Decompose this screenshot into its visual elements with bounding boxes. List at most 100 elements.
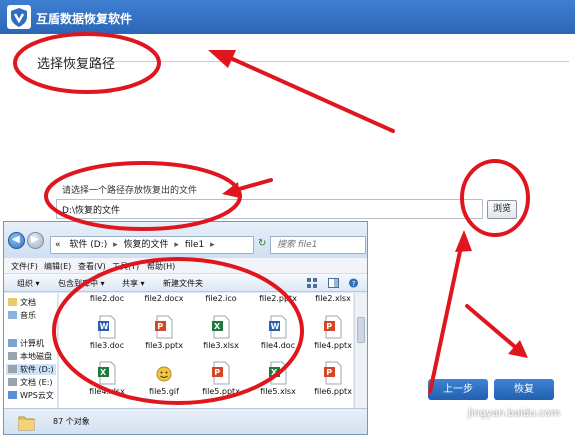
file-list-area: file2.doc file2.docx file2.ico file2.ppt… xyxy=(59,293,353,408)
menu-file[interactable]: 文件(F) xyxy=(11,261,38,272)
breadcrumb-separator-icon: ▸ xyxy=(174,240,179,250)
include-in-library-button[interactable]: 包含到库中 ▾ xyxy=(58,278,105,289)
file-item[interactable]: W file3.doc xyxy=(81,311,133,363)
nav-item-documents[interactable]: 文档 xyxy=(8,297,36,308)
file-item[interactable]: P file6.pptx xyxy=(307,357,353,408)
status-bar: 87 个对象 xyxy=(4,408,367,434)
gif-image-icon xyxy=(156,366,172,382)
nav-item-software-d[interactable]: 软件 (D:) xyxy=(6,364,56,375)
explorer-toolbar: 组织 ▾ 包含到库中 ▾ 共享 ▾ 新建文件夹 ? xyxy=(4,274,367,292)
svg-text:P: P xyxy=(326,368,332,377)
nav-item-documents-e[interactable]: 文档 (E:) xyxy=(8,377,53,388)
file-item[interactable]: X file3.xlsx xyxy=(195,311,247,363)
file-row-partial: file2.doc file2.docx file2.ico file2.ppt… xyxy=(59,293,353,307)
excel-icon: X xyxy=(269,361,287,385)
cloud-drive-icon xyxy=(8,391,17,399)
shield-logo-icon xyxy=(7,5,31,29)
powerpoint-icon: P xyxy=(324,361,342,385)
file-explorer-window: ◀ ▶ « 软件 (D:) ▸ 恢复的文件 ▸ file1 ▸ ↻ 文件(F) … xyxy=(3,221,368,435)
breadcrumb-drive[interactable]: 软件 (D:) xyxy=(69,240,107,250)
svg-text:P: P xyxy=(157,322,163,331)
file-name: file2.pptx xyxy=(259,294,297,303)
documents-folder-icon xyxy=(8,298,17,306)
file-item[interactable]: file5.gif xyxy=(138,357,190,408)
nav-item-computer[interactable]: 计算机 xyxy=(8,338,44,349)
recover-button[interactable]: 恢复 xyxy=(494,379,554,400)
recovery-path-input[interactable] xyxy=(56,199,483,219)
svg-text:X: X xyxy=(271,368,278,377)
view-options-icon[interactable] xyxy=(307,278,318,288)
file-item[interactable]: file2.docx xyxy=(138,293,190,307)
powerpoint-icon: P xyxy=(212,361,230,385)
nav-item-label: 文档 (E:) xyxy=(20,378,53,387)
nav-item-local-disk[interactable]: 本地磁盘 xyxy=(8,351,52,362)
file-name: file4.pptx xyxy=(314,341,352,350)
file-name: file3.doc xyxy=(89,341,125,350)
file-name: file2.xlsx xyxy=(315,294,351,303)
file-item[interactable]: file2.xlsx xyxy=(307,293,353,307)
watermark: jingyan.baidu.com xyxy=(468,408,561,419)
address-bar[interactable]: « 软件 (D:) ▸ 恢复的文件 ▸ file1 ▸ xyxy=(50,236,254,254)
file-item[interactable]: P file4.pptx xyxy=(307,311,353,363)
svg-text:W: W xyxy=(100,322,109,331)
organize-button[interactable]: 组织 ▾ xyxy=(17,278,40,289)
drive-icon xyxy=(8,352,17,360)
new-folder-button[interactable]: 新建文件夹 xyxy=(163,278,203,289)
file-name: file5.gif xyxy=(149,387,179,396)
forward-button[interactable]: ▶ xyxy=(27,232,44,249)
menu-help[interactable]: 帮助(H) xyxy=(147,261,175,272)
word-icon: W xyxy=(269,315,287,339)
file-row: W file3.doc P file3.pptx X file3.xlsx W … xyxy=(59,311,353,363)
drive-icon xyxy=(8,365,17,373)
nav-item-label: 音乐 xyxy=(20,311,36,320)
nav-item-label: 本地磁盘 xyxy=(20,352,52,361)
svg-text:X: X xyxy=(100,368,107,377)
section-title: 选择恢复路径 xyxy=(37,57,116,72)
preview-pane-icon[interactable] xyxy=(328,278,339,288)
refresh-icon[interactable]: ↻ xyxy=(258,238,266,249)
breadcrumb-overflow[interactable]: « xyxy=(55,240,61,250)
svg-text:P: P xyxy=(326,322,332,331)
file-name: file6.pptx xyxy=(314,387,352,396)
forward-arrow-icon: ▶ xyxy=(31,234,39,245)
back-button[interactable]: ◀ xyxy=(8,232,25,249)
file-item[interactable]: file2.pptx xyxy=(252,293,304,307)
path-label: 请选择一个路径存放恢复出的文件 xyxy=(62,186,198,196)
breadcrumb-separator-icon: ▸ xyxy=(210,240,215,250)
file-item[interactable]: W file4.doc xyxy=(252,311,304,363)
file-item[interactable]: X file4.xlsx xyxy=(81,357,133,408)
scrollbar-thumb[interactable] xyxy=(357,317,365,343)
browse-button[interactable]: 浏览 xyxy=(487,200,517,219)
breadcrumb-current[interactable]: file1 xyxy=(185,240,204,250)
file-name: file4.xlsx xyxy=(89,387,125,396)
nav-item-wps-cloud[interactable]: WPS云文 xyxy=(8,390,54,401)
back-arrow-icon: ◀ xyxy=(12,234,20,245)
share-button[interactable]: 共享 ▾ xyxy=(122,278,145,289)
menu-view[interactable]: 查看(V) xyxy=(78,261,106,272)
file-list-scrollbar[interactable] xyxy=(354,293,367,408)
svg-text:X: X xyxy=(214,322,221,331)
file-item[interactable]: P file5.pptx xyxy=(195,357,247,408)
nav-item-label: 软件 (D:) xyxy=(20,365,54,374)
file-name: file5.pptx xyxy=(202,387,240,396)
file-name: file2.ico xyxy=(205,294,237,303)
nav-item-label: 计算机 xyxy=(20,339,44,348)
file-name: file2.docx xyxy=(144,294,184,303)
file-item[interactable]: file2.doc xyxy=(81,293,133,307)
nav-item-music[interactable]: 音乐 xyxy=(8,310,36,321)
file-name: file3.xlsx xyxy=(203,341,239,350)
previous-step-button[interactable]: 上一步 xyxy=(428,379,488,400)
file-item[interactable]: X file5.xlsx xyxy=(252,357,304,408)
excel-icon: X xyxy=(98,361,116,385)
help-icon[interactable]: ? xyxy=(348,278,359,288)
breadcrumb-folder[interactable]: 恢复的文件 xyxy=(124,240,169,250)
drive-icon xyxy=(8,378,17,386)
file-item[interactable]: P file3.pptx xyxy=(138,311,190,363)
explorer-search-input[interactable] xyxy=(270,236,366,254)
svg-text:P: P xyxy=(214,368,220,377)
menu-edit[interactable]: 编辑(E) xyxy=(44,261,71,272)
music-folder-icon xyxy=(8,311,17,319)
file-item[interactable]: file2.ico xyxy=(195,293,247,307)
menu-bar: 文件(F) 编辑(E) 查看(V) 工具(T) 帮助(H) xyxy=(4,258,367,274)
menu-tools[interactable]: 工具(T) xyxy=(112,261,139,272)
